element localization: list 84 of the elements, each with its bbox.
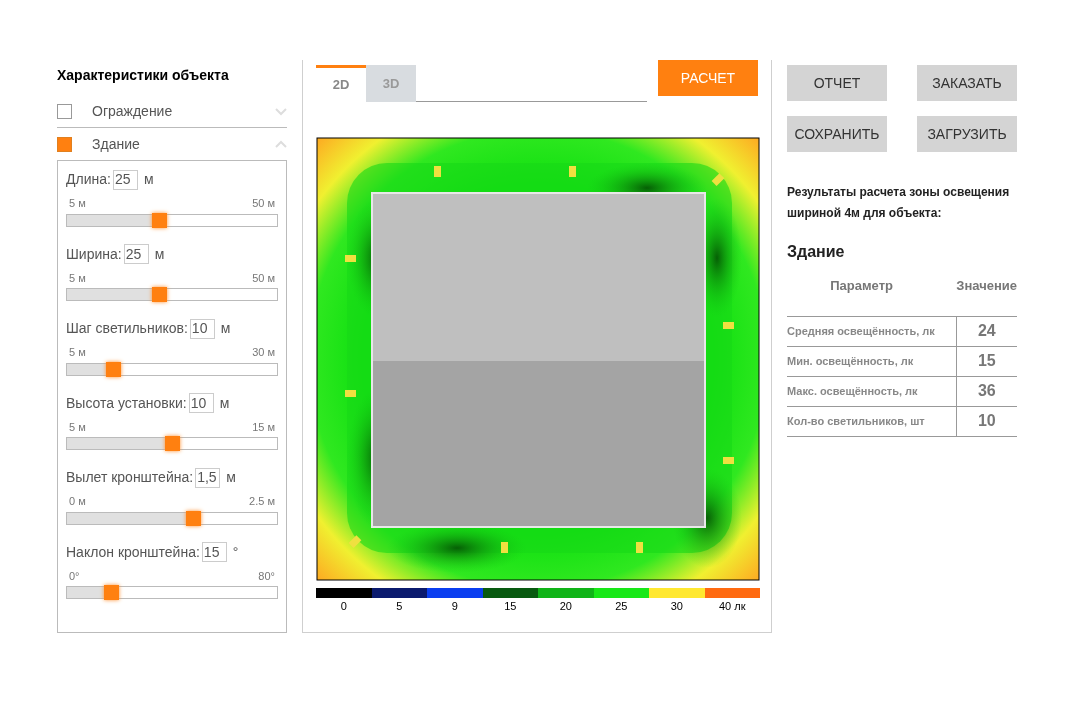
min-label: 0° bbox=[69, 568, 80, 584]
legend-label: 9 bbox=[451, 599, 458, 614]
table-cell: Мин. освещённость, лк bbox=[787, 346, 957, 376]
min-label: 5 м bbox=[69, 196, 86, 211]
max-label: 50 м bbox=[252, 270, 275, 286]
legend-label: 30 bbox=[670, 599, 683, 614]
number-field[interactable]: 25 bbox=[123, 244, 149, 264]
slider-thumb[interactable] bbox=[152, 287, 168, 302]
min-label: 5 м bbox=[69, 345, 86, 360]
number-field[interactable]: 1,5 bbox=[195, 467, 221, 488]
legend-label: 5 bbox=[396, 599, 403, 614]
field-label: Длина: bbox=[66, 170, 111, 189]
lamp-marker bbox=[711, 173, 725, 187]
action-button[interactable]: ЗАГРУЗИТЬ bbox=[917, 116, 1017, 152]
slider-track[interactable] bbox=[66, 586, 278, 599]
number-field[interactable]: 10 bbox=[189, 318, 215, 339]
number-field[interactable]: 25 bbox=[112, 169, 138, 190]
action-button[interactable]: ЗАКАЗАТЬ bbox=[917, 65, 1017, 101]
legend-label: 25 bbox=[615, 599, 628, 614]
unit-label: м bbox=[226, 468, 236, 487]
legend-label: 40 лк bbox=[719, 599, 746, 614]
action-button[interactable]: ОТЧЕТ bbox=[787, 65, 887, 101]
slider-thumb[interactable] bbox=[104, 585, 120, 600]
slider-thumb[interactable] bbox=[152, 212, 168, 228]
lamp-marker bbox=[723, 457, 734, 464]
max-label: 30 м bbox=[252, 345, 275, 360]
checkbox[interactable] bbox=[57, 136, 72, 152]
lamp-marker bbox=[345, 390, 356, 397]
table-cell: 15 bbox=[956, 346, 1017, 376]
lamp-marker bbox=[569, 166, 576, 177]
legend-label: 20 bbox=[559, 599, 572, 614]
slider-track[interactable] bbox=[66, 213, 278, 227]
unit-label: м bbox=[143, 170, 154, 189]
slider-track[interactable] bbox=[66, 362, 278, 376]
view-tab[interactable]: 2D bbox=[316, 65, 366, 102]
max-label: 50 м bbox=[252, 196, 275, 211]
unit-label: м bbox=[154, 244, 165, 264]
lamp-marker bbox=[636, 542, 643, 553]
checkbox[interactable] bbox=[57, 104, 72, 119]
slider-thumb[interactable] bbox=[186, 510, 201, 526]
unit-label: ° bbox=[232, 542, 239, 562]
slider-track[interactable] bbox=[66, 437, 278, 450]
table-cell: 36 bbox=[956, 376, 1017, 406]
min-label: 0 м bbox=[69, 494, 86, 509]
unit-label: м bbox=[220, 319, 231, 338]
min-label: 5 м bbox=[69, 419, 86, 435]
field-label: Ширина: bbox=[66, 244, 122, 264]
lamp-marker bbox=[345, 255, 356, 262]
field-label: Вылет кронштейна: bbox=[66, 468, 194, 487]
field-label: Наклон кронштейна: bbox=[66, 542, 200, 562]
object-title: Здание bbox=[787, 242, 846, 262]
max-label: 80° bbox=[258, 568, 275, 584]
table-cell: Средняя освещённость, лк bbox=[787, 316, 957, 346]
chevron-up-icon[interactable] bbox=[275, 140, 287, 148]
table-cell: 24 bbox=[956, 316, 1017, 346]
slider-thumb[interactable] bbox=[165, 436, 180, 451]
legend-label: 0 bbox=[340, 599, 347, 614]
chevron-down-icon[interactable] bbox=[275, 107, 287, 116]
column-header: Значение bbox=[956, 276, 1017, 316]
lamp-marker bbox=[348, 535, 362, 549]
slider-track[interactable] bbox=[66, 288, 278, 301]
table-cell: Кол-во светильников, шт bbox=[787, 406, 957, 436]
action-button[interactable]: СОХРАНИТЬ bbox=[787, 116, 887, 152]
section-label[interactable]: Здание bbox=[92, 133, 275, 155]
table-cell: Макс. освещённость, лк bbox=[787, 376, 957, 406]
max-label: 2.5 м bbox=[249, 494, 275, 509]
number-field[interactable]: 10 bbox=[188, 393, 214, 413]
min-label: 5 м bbox=[69, 270, 86, 286]
panel-title: Характеристики объекта bbox=[57, 66, 230, 85]
lamp-marker bbox=[501, 542, 508, 553]
section-label[interactable]: Ограждение bbox=[92, 101, 275, 122]
slider-thumb[interactable] bbox=[106, 361, 122, 377]
lamp-marker bbox=[434, 166, 441, 177]
table-cell: 10 bbox=[956, 406, 1017, 436]
slider-track[interactable] bbox=[66, 511, 278, 525]
lamp-marker bbox=[723, 322, 734, 329]
field-label: Высота установки: bbox=[66, 393, 187, 413]
field-label: Шаг светильников: bbox=[66, 319, 188, 338]
column-header: Параметр bbox=[787, 276, 957, 316]
max-label: 15 м bbox=[252, 419, 275, 435]
number-field[interactable]: 15 bbox=[201, 542, 227, 562]
unit-label: м bbox=[219, 393, 230, 413]
legend-label: 15 bbox=[504, 599, 517, 614]
results-caption: Результаты расчета зоны освещения шириной 4м для объекта: bbox=[787, 184, 1011, 222]
